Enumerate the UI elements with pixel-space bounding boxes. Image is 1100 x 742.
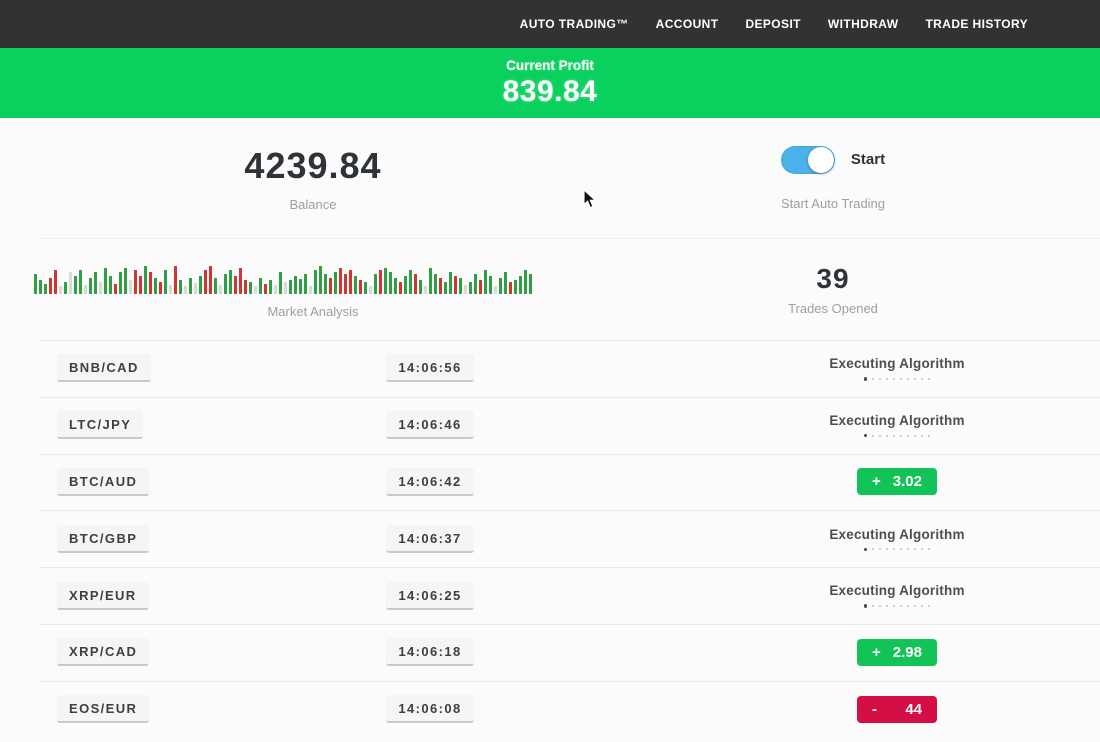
current-profit-label: Current Profit (506, 58, 594, 73)
time-badge: 14:06:08 (386, 695, 473, 723)
trades-list: BNB/CAD14:06:56Executing AlgorithmLTC/JP… (0, 340, 1100, 738)
progress-dots (864, 548, 931, 552)
time-badge: 14:06:18 (386, 638, 473, 666)
pair-badge: BTC/GBP (57, 525, 149, 553)
progress-dots (864, 604, 931, 608)
trades-opened-value: 39 (816, 263, 849, 295)
executing-algorithm-label: Executing Algorithm (829, 527, 964, 542)
executing-algorithm-label: Executing Algorithm (829, 356, 964, 371)
nav-item-account[interactable]: ACCOUNT (656, 17, 719, 31)
pair-badge: BNB/CAD (57, 354, 151, 382)
pair-badge: BTC/AUD (57, 468, 149, 496)
trades-opened-block: 39 Trades Opened (626, 238, 1100, 340)
nav-item-auto-trading[interactable]: AUTO TRADING™ (520, 17, 629, 31)
trade-row: XRP/EUR 14:06:25 Executing Algorithm (0, 567, 1100, 624)
nav-item-trade-history[interactable]: TRADE HISTORY (925, 17, 1028, 31)
time-badge: 14:06:25 (386, 582, 473, 610)
executing-algorithm-label: Executing Algorithm (829, 413, 964, 428)
toggle-knob-icon (808, 147, 834, 173)
trade-row: BTC/AUD 14:06:42 +3.02 (0, 454, 1100, 511)
result-badge: +2.98 (857, 639, 937, 666)
time-badge: 14:06:37 (386, 525, 473, 553)
pair-badge: XRP/CAD (57, 638, 149, 666)
auto-trading-caption: Start Auto Trading (781, 196, 885, 211)
current-profit-value: 839.84 (503, 75, 598, 109)
time-badge: 14:06:56 (386, 354, 473, 382)
progress-dots (864, 377, 931, 381)
trade-row: BTC/GBP 14:06:37 Executing Algorithm (0, 510, 1100, 567)
result-badge: +3.02 (857, 468, 937, 495)
pair-badge: XRP/EUR (57, 582, 149, 610)
result-badge: -44 (857, 696, 937, 723)
time-badge: 14:06:46 (386, 411, 473, 439)
auto-trading-toggle[interactable] (781, 146, 835, 174)
market-section: Market Analysis 39 Trades Opened (0, 238, 1100, 340)
nav-item-withdraw[interactable]: WITHDRAW (828, 17, 899, 31)
market-analysis-block: Market Analysis (0, 238, 626, 340)
auto-trading-block: Start Start Auto Trading (626, 118, 1100, 238)
trade-row: XRP/CAD 14:06:18 +2.98 (0, 624, 1100, 681)
current-profit-banner: Current Profit 839.84 (0, 48, 1100, 118)
toggle-label: Start (851, 151, 885, 168)
balance-section: 4239.84 Balance Start Start Auto Trading (0, 118, 1100, 238)
pair-badge: LTC/JPY (57, 411, 143, 439)
nav-item-deposit[interactable]: DEPOSIT (745, 17, 800, 31)
executing-algorithm-label: Executing Algorithm (829, 583, 964, 598)
market-analysis-chart (34, 260, 534, 294)
trade-row: LTC/JPY 14:06:46 Executing Algorithm (0, 397, 1100, 454)
market-analysis-caption: Market Analysis (267, 304, 358, 319)
trade-row: EOS/EUR 14:06:08 -44 (0, 681, 1100, 738)
time-badge: 14:06:42 (386, 468, 473, 496)
balance-block: 4239.84 Balance (0, 118, 626, 238)
progress-dots (864, 434, 931, 438)
trades-opened-caption: Trades Opened (788, 301, 878, 316)
balance-value: 4239.84 (244, 145, 381, 187)
top-navbar: AUTO TRADING™ ACCOUNT DEPOSIT WITHDRAW T… (0, 0, 1100, 48)
balance-caption: Balance (290, 197, 337, 212)
trade-row: BNB/CAD 14:06:56 Executing Algorithm (0, 340, 1100, 397)
pair-badge: EOS/EUR (57, 695, 149, 723)
